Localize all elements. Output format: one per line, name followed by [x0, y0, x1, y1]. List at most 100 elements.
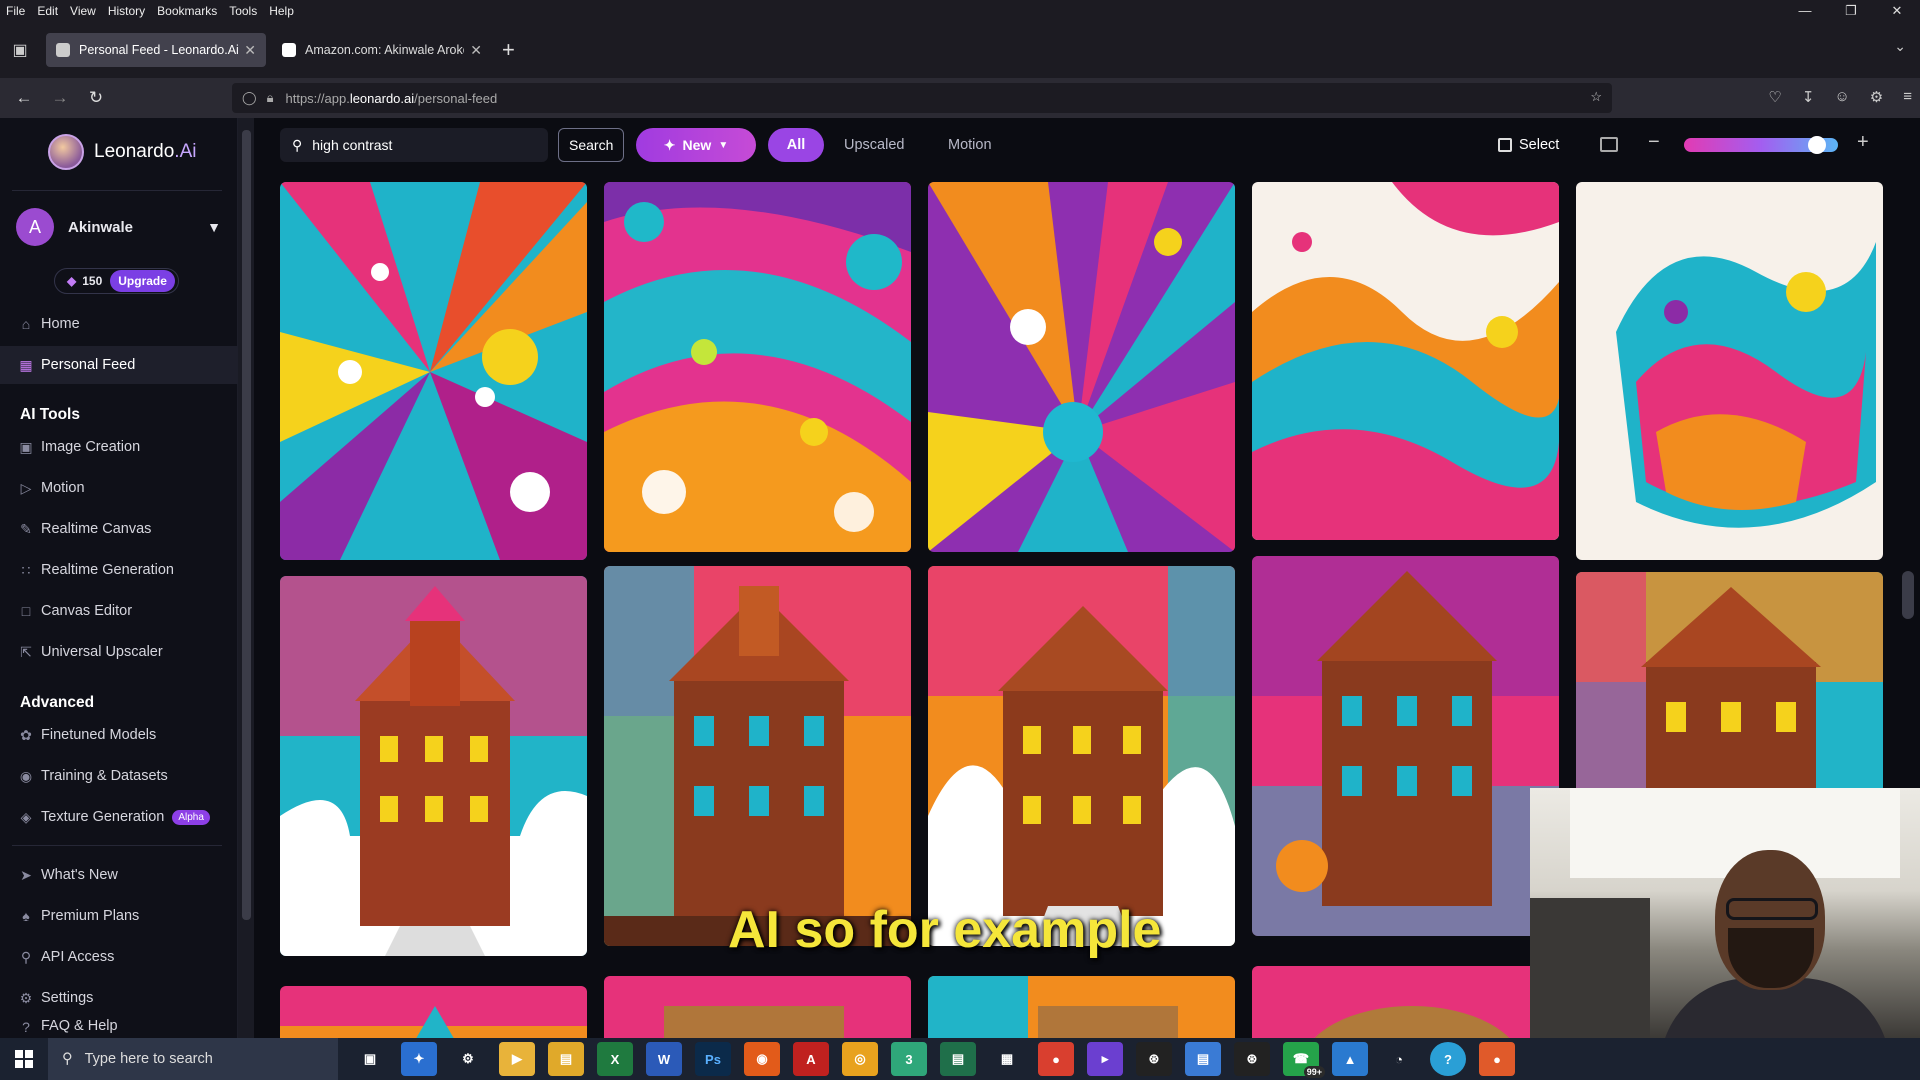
- scrollbar-thumb[interactable]: [1902, 571, 1914, 619]
- sidebar-scrollbar[interactable]: [238, 118, 254, 1038]
- forward-icon[interactable]: →: [42, 88, 78, 108]
- sidebar-item-training-datasets[interactable]: ◉ Training & Datasets: [0, 757, 238, 795]
- acrobat-icon[interactable]: A: [793, 1042, 829, 1076]
- menu-help[interactable]: Help: [263, 4, 300, 18]
- image-card[interactable]: [1576, 182, 1883, 560]
- search-input[interactable]: [312, 137, 523, 153]
- menu-bookmarks[interactable]: Bookmarks: [151, 4, 223, 18]
- filter-all[interactable]: All: [768, 128, 824, 162]
- download-icon[interactable]: ↧: [1802, 88, 1815, 106]
- new-tab-icon[interactable]: +: [502, 37, 515, 63]
- image-card[interactable]: [1252, 182, 1559, 540]
- sidebar-item-canvas-editor[interactable]: □ Canvas Editor: [0, 592, 238, 630]
- sidebar-item-api-access[interactable]: ⚲ API Access: [0, 938, 238, 976]
- scrollbar-thumb[interactable]: [242, 130, 251, 920]
- bookmark-star-icon[interactable]: ☆: [1590, 89, 1602, 105]
- video-editor-icon[interactable]: ▸: [1087, 1042, 1123, 1076]
- image-card[interactable]: [280, 182, 587, 560]
- sidebar-item-texture-generation[interactable]: ◈ Texture Generation Alpha: [0, 798, 238, 836]
- search-box[interactable]: ⚲: [280, 128, 548, 162]
- search-button[interactable]: Search: [558, 128, 625, 162]
- sidebar-item-universal-upscaler[interactable]: ⇱ Universal Upscaler: [0, 633, 238, 671]
- url-bar[interactable]: ◯ 🔒︎ https://app.leonardo.ai/personal-fe…: [232, 83, 1612, 113]
- minimize-icon[interactable]: —: [1782, 0, 1828, 22]
- sidebar-item-personal-feed[interactable]: ▦ Personal Feed: [0, 346, 238, 384]
- menu-view[interactable]: View: [64, 4, 102, 18]
- colors-app-icon[interactable]: ●: [1038, 1042, 1074, 1076]
- back-icon[interactable]: ←: [6, 88, 42, 108]
- taskbar-search[interactable]: ⚲ Type here to search: [48, 1038, 338, 1080]
- whatsapp-icon[interactable]: ☎ 99+: [1283, 1042, 1325, 1078]
- tab-amazon[interactable]: Amazon.com: Akinwale Arokoo ✕: [272, 33, 492, 67]
- image-card[interactable]: [1252, 556, 1559, 936]
- settings-app-icon[interactable]: ⚙: [450, 1042, 486, 1076]
- filter-motion[interactable]: Motion: [948, 128, 992, 162]
- slider-knob[interactable]: [1807, 136, 1826, 154]
- image-card[interactable]: [280, 576, 587, 956]
- upgrade-button[interactable]: Upgrade: [110, 270, 175, 292]
- chrome-icon[interactable]: ◎: [842, 1042, 878, 1076]
- menu-history[interactable]: History: [102, 4, 151, 18]
- sidebar-item-realtime-canvas[interactable]: ✎ Realtime Canvas: [0, 510, 238, 548]
- sidebar-item-premium-plans[interactable]: ♠ Premium Plans: [0, 897, 238, 935]
- extensions-icon[interactable]: ⚙: [1870, 88, 1883, 106]
- image-card[interactable]: [928, 566, 1235, 946]
- file-explorer-icon[interactable]: ▤: [548, 1042, 584, 1076]
- zoom-in-icon[interactable]: +: [1857, 131, 1869, 154]
- app-3-icon[interactable]: 3: [891, 1042, 927, 1076]
- shield-icon[interactable]: ◯: [242, 90, 257, 106]
- copilot-icon[interactable]: ✦: [401, 1042, 437, 1076]
- firefox-icon[interactable]: ◉: [744, 1042, 780, 1076]
- excel-icon[interactable]: X: [597, 1042, 633, 1076]
- task-view-icon[interactable]: ▣: [352, 1042, 388, 1076]
- capcut-2-icon[interactable]: ⊛: [1234, 1042, 1270, 1076]
- close-window-icon[interactable]: ✕: [1874, 0, 1920, 22]
- sidebar-item-settings[interactable]: ⚙ Settings: [0, 979, 238, 1017]
- speedometer-icon[interactable]: ◔: [1381, 1042, 1417, 1076]
- account-icon[interactable]: ☺: [1834, 88, 1849, 106]
- windows-start-icon[interactable]: [0, 1050, 48, 1068]
- tab-personal-feed[interactable]: Personal Feed - Leonardo.Ai ✕: [46, 33, 266, 67]
- calculator-icon[interactable]: ▦: [989, 1042, 1025, 1076]
- image-card[interactable]: [1252, 966, 1559, 1038]
- close-tab-icon[interactable]: ✕: [470, 42, 482, 59]
- image-card[interactable]: [604, 182, 911, 552]
- filter-upscaled[interactable]: Upscaled: [844, 128, 904, 162]
- zoom-out-icon[interactable]: −: [1648, 131, 1660, 154]
- word-icon[interactable]: W: [646, 1042, 682, 1076]
- list-tabs-icon[interactable]: ⌄: [1894, 38, 1906, 55]
- capcut-icon[interactable]: ⊛: [1136, 1042, 1172, 1076]
- reload-icon[interactable]: ↻: [78, 88, 114, 108]
- media-icon[interactable]: ▶: [499, 1042, 535, 1076]
- brand-logo[interactable]: Leonardo.Ai: [48, 134, 196, 170]
- select-button[interactable]: Select: [1498, 128, 1559, 162]
- menu-tools[interactable]: Tools: [223, 4, 263, 18]
- sidebar-item-image-creation[interactable]: ▣ Image Creation: [0, 428, 238, 466]
- tab-manager-icon[interactable]: ▣: [0, 30, 40, 70]
- sidebar-item-finetuned-models[interactable]: ✿ Finetuned Models: [0, 716, 238, 754]
- pocket-icon[interactable]: ♡: [1768, 88, 1781, 106]
- user-menu[interactable]: A Akinwale ▼: [16, 208, 221, 246]
- image-card[interactable]: [604, 976, 911, 1038]
- notes-icon[interactable]: ▤: [1185, 1042, 1221, 1076]
- sidebar-item-home[interactable]: ⌂ Home: [0, 305, 238, 343]
- close-tab-icon[interactable]: ✕: [244, 42, 256, 59]
- menu-edit[interactable]: Edit: [31, 4, 64, 18]
- image-card[interactable]: [928, 976, 1235, 1038]
- image-card[interactable]: [280, 986, 587, 1038]
- help-app-icon[interactable]: ?: [1430, 1042, 1466, 1076]
- tray-app-icon[interactable]: ●: [1479, 1042, 1515, 1076]
- image-card[interactable]: [928, 182, 1235, 552]
- hamburger-menu-icon[interactable]: ≡: [1903, 88, 1912, 106]
- sidebar-item-realtime-generation[interactable]: ∷ Realtime Generation: [0, 551, 238, 589]
- new-button[interactable]: ✦ New ▼: [636, 128, 756, 162]
- layout-toggle-icon[interactable]: [1600, 137, 1618, 152]
- sidebar-item-motion[interactable]: ▷ Motion: [0, 469, 238, 507]
- photoshop-icon[interactable]: Ps: [695, 1042, 731, 1076]
- restore-icon[interactable]: ❐: [1828, 0, 1874, 22]
- sheets-icon[interactable]: ▤: [940, 1042, 976, 1076]
- image-card[interactable]: [1576, 572, 1883, 812]
- sidebar-item-faq-help[interactable]: ? FAQ & Help: [0, 1018, 238, 1038]
- zoom-slider[interactable]: [1684, 136, 1838, 154]
- sidebar-item-whats-new[interactable]: ➤ What's New: [0, 856, 238, 894]
